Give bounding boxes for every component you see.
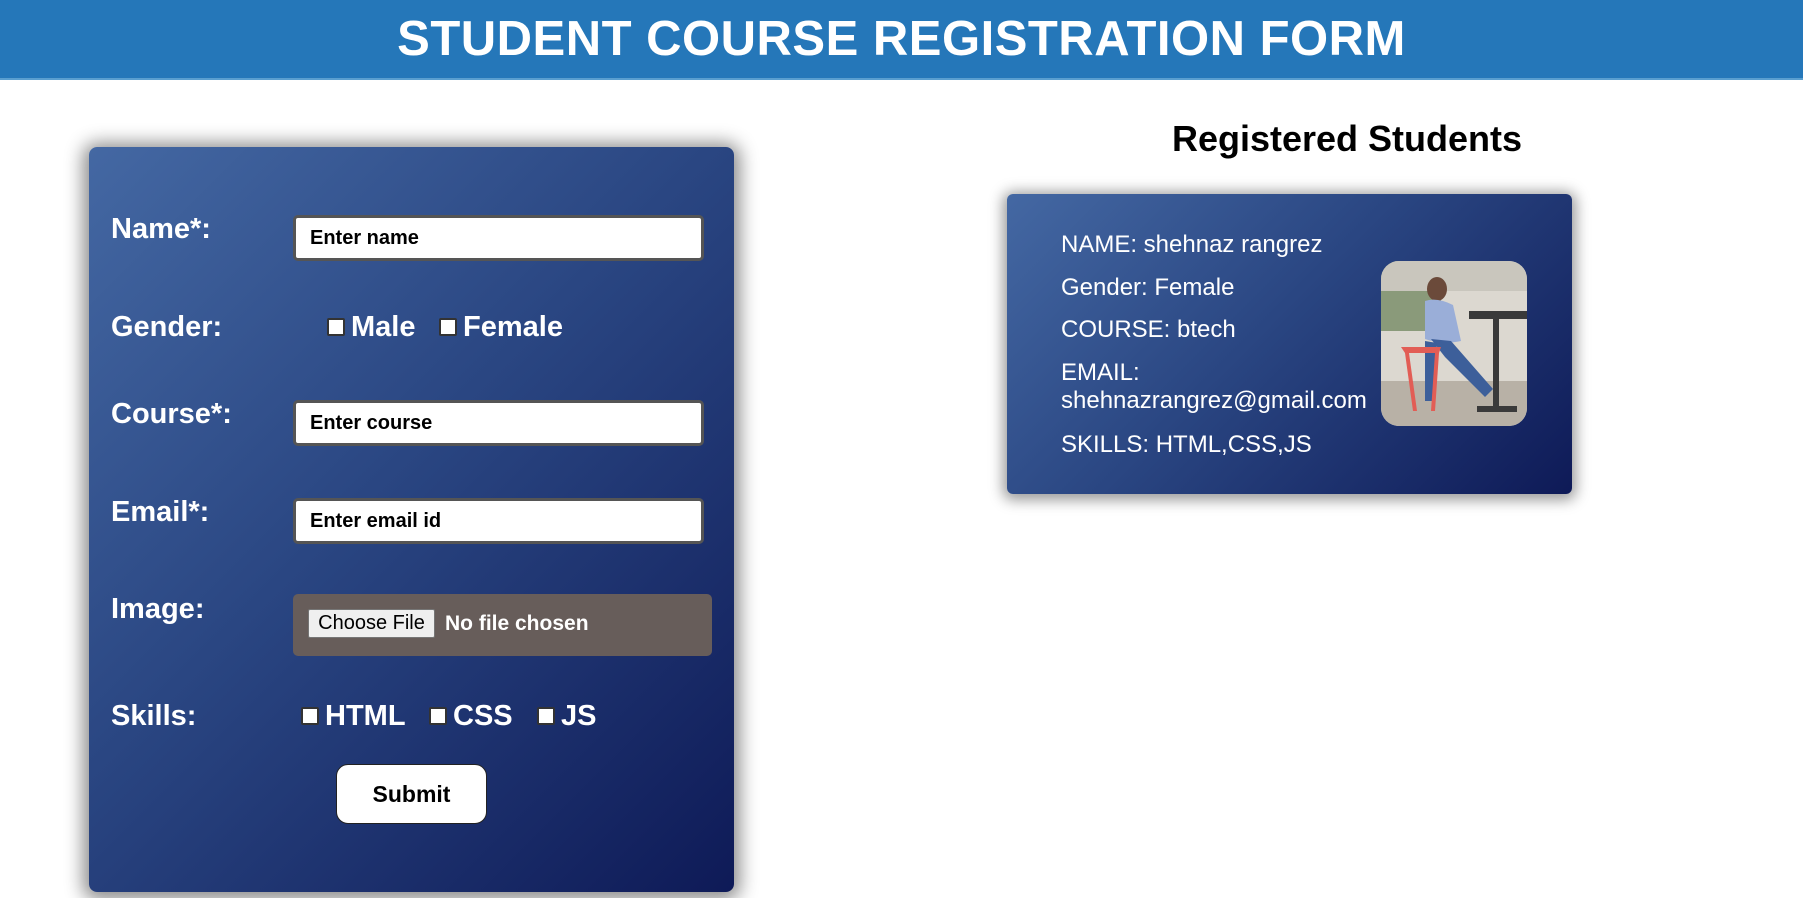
skills-label: Skills: <box>111 700 197 732</box>
gender-male-checkbox[interactable] <box>327 318 345 336</box>
email-label: Email*: <box>111 496 210 528</box>
student-email-label: EMAIL: <box>1061 359 1140 386</box>
gender-female-checkbox[interactable] <box>439 318 457 336</box>
gender-male-label: Male <box>351 311 416 343</box>
skill-html-label: HTML <box>325 700 406 732</box>
student-gender: Gender: Female <box>1061 274 1235 301</box>
student-course: COURSE: btech <box>1061 316 1236 343</box>
gender-label: Gender: <box>111 311 223 343</box>
course-input[interactable] <box>293 400 704 446</box>
student-email: shehnazrangrez@gmail.com <box>1061 387 1367 414</box>
registered-students-title: Registered Students <box>1171 118 1523 159</box>
student-skills: SKILLS: HTML,CSS,JS <box>1061 431 1312 458</box>
page-header: STUDENT COURSE REGISTRATION FORM <box>0 0 1803 80</box>
gender-female-label: Female <box>463 311 563 343</box>
email-input[interactable] <box>293 498 704 544</box>
course-label: Course*: <box>111 398 232 430</box>
name-input[interactable] <box>293 215 704 261</box>
page-title: STUDENT COURSE REGISTRATION FORM <box>397 12 1406 66</box>
skill-css-label: CSS <box>453 700 513 732</box>
file-status: No file chosen <box>445 612 589 635</box>
submit-button[interactable]: Submit <box>336 764 487 824</box>
file-upload: Choose File No file chosen <box>293 594 712 656</box>
student-name: NAME: shehnaz rangrez <box>1061 231 1323 258</box>
registration-form: Name*: Gender: Male Female Course*: Emai… <box>89 147 734 892</box>
name-label: Name*: <box>111 213 211 245</box>
image-label: Image: <box>111 593 205 625</box>
skill-css-checkbox[interactable] <box>429 707 447 725</box>
student-photo <box>1381 261 1527 426</box>
skill-js-label: JS <box>561 700 597 732</box>
student-card: NAME: shehnaz rangrez Gender: Female COU… <box>1007 194 1572 494</box>
choose-file-button[interactable]: Choose File <box>308 609 435 638</box>
skill-js-checkbox[interactable] <box>537 707 555 725</box>
skill-html-checkbox[interactable] <box>301 707 319 725</box>
